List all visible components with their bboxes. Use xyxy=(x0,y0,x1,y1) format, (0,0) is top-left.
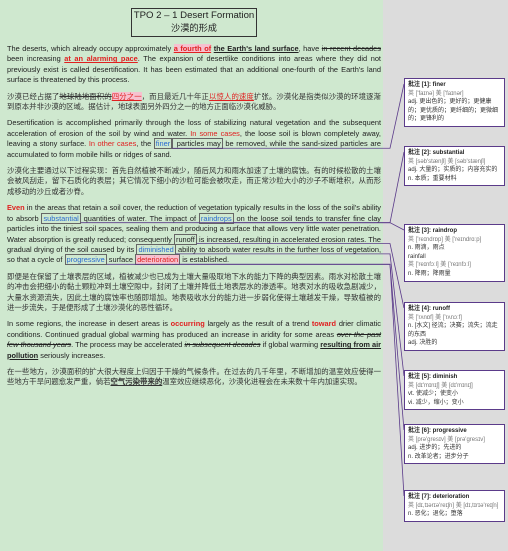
struck-phrase: 地球陆地面积的 xyxy=(59,91,112,101)
highlight-phrase: 四分之一 xyxy=(111,91,142,101)
comment-line: 英 [səb'stænʃl] 美 [səb'stænʃl] xyxy=(408,158,486,165)
comment-anchor-diminished[interactable]: diminished xyxy=(136,243,176,255)
comment-balloon[interactable]: 批注 [3]: raindrop 英 ['reɪndrɒp] 美 ['reɪndr… xyxy=(404,224,505,282)
comment-line: adj. 大量的；实质的；内容充实的 xyxy=(408,167,498,174)
comment-line: rainfall xyxy=(408,253,426,260)
comment-line: n. 雨滴，雨点 xyxy=(408,245,445,252)
text-run: . The process may be accelerated xyxy=(71,340,185,350)
text-run: if global warming xyxy=(260,340,321,350)
comment-line: 英 [dɪ,tɪərɪə'reɪʃn] 美 [dɪ,tɪrɪə'reɪʃn] xyxy=(408,502,499,509)
bold-phrase: the Earth's land surface xyxy=(213,44,299,53)
boxed-phrase: particles may xyxy=(172,138,223,150)
struck-phrase: in recent decades xyxy=(321,44,381,53)
comment-line: adj. 更出色的；更好的；更健康的；更优质的；更纤细的；更微细的；更锋利的 xyxy=(408,99,499,123)
title-box: TPO 2 – 1 Desert Formation 沙漠的形成 xyxy=(131,8,257,37)
paragraph-2-chinese: 沙漠化主要通过以下过程实现：首先自然植被不断减少，随后风力和雨水加速了土壤的腐蚀… xyxy=(7,166,381,196)
text-run: In some regions, the increase in desert … xyxy=(7,319,171,329)
comment-line: n. 本质；重要材料 xyxy=(408,175,457,182)
comment-line: n. 改革论者；进步分子 xyxy=(408,453,469,460)
text-run: seriously increases. xyxy=(38,350,106,360)
text-run: , have xyxy=(298,44,322,53)
paragraph-3-english: Even in the areas that retain a soil cov… xyxy=(7,203,381,266)
comment-line: 英 ['reɪnfɔːl] 美 ['reɪnfɔːl] xyxy=(408,262,471,269)
text-run: , the xyxy=(136,139,154,149)
comment-anchor-raindrops[interactable]: raindrops xyxy=(198,212,234,224)
text-run: is established. xyxy=(180,255,230,265)
comment-anchor-substantial[interactable]: substantial xyxy=(41,212,81,224)
comment-balloon[interactable]: 批注 [1]: finer 英 ['faɪnə] 美 ['faɪnər] adj. … xyxy=(404,78,505,127)
comment-anchor-runoff[interactable]: runoff xyxy=(173,233,197,245)
comment-anchor-deterioration[interactable]: deterioration xyxy=(135,254,181,266)
highlight-phrase: at an alarming pace xyxy=(64,54,138,64)
comment-anchor-progressive[interactable]: progressive xyxy=(64,254,107,266)
comment-line: adj. 进步的；先进的 xyxy=(408,445,462,452)
paragraph-3-chinese: 即便是在保留了土壤表层的区域，植被减少也已成为土壤大量吸取地下水的能力下降的典型… xyxy=(7,271,381,312)
text-run: largely as the result of a trend xyxy=(204,319,312,329)
comment-balloon[interactable]: 批注 [7]: deterioration 英 [dɪ,tɪərɪə'reɪʃn]… xyxy=(404,490,505,522)
comment-line: vt. 使减少；使变小 xyxy=(408,391,459,398)
red-phrase: In other cases xyxy=(88,139,137,149)
comment-line: n. 降雨；降雨量 xyxy=(408,270,451,277)
comment-line: adj. 决胜的 xyxy=(408,340,438,347)
red-phrase: toward xyxy=(311,319,337,329)
comment-balloon[interactable]: 批注 [2]: substantial 英 [səb'stænʃl] 美 [səb… xyxy=(404,146,505,187)
comment-balloon[interactable]: 批注 [4]: runoff 英 ['rʌnɒf] 美 ['rʌnɔːf] n. [… xyxy=(404,302,505,351)
comment-heading: 批注 [1]: finer xyxy=(408,82,446,88)
comment-line: 英 [dɪ'mɪnɪʃ] 美 [dɪ'mɪnɪʃ] xyxy=(408,382,473,389)
paragraph-2-english: Desertification is accomplished primaril… xyxy=(7,118,381,160)
red-phrase: Even xyxy=(7,203,25,213)
document-page: TPO 2 – 1 Desert Formation 沙漠的形成 The des… xyxy=(0,0,383,551)
text-run: surface xyxy=(106,255,136,265)
text-run: ，而且最近几十年正 xyxy=(141,91,209,101)
comment-anchor-finer[interactable]: finer xyxy=(153,138,173,150)
red-phrase: In some cases xyxy=(190,128,240,138)
comment-balloon[interactable]: 批注 [6]: progressive 英 [prə'gresɪv] 美 [prə… xyxy=(404,424,505,465)
paragraph-4-english: In some regions, the increase in desert … xyxy=(7,319,381,361)
document-body: TPO 2 – 1 Desert Formation 沙漠的形成 The des… xyxy=(7,8,381,394)
comment-line: n. 恶化；退化；堕落 xyxy=(408,511,463,518)
comment-line: 英 ['faɪnə] 美 ['faɪnər] xyxy=(408,90,464,97)
text-run: 温室效应继续恶化，沙漠化进程会在未来数十年内加速实现。 xyxy=(162,377,362,387)
red-phrase: occurring xyxy=(170,319,205,329)
comment-heading: 批注 [3]: raindrop xyxy=(408,228,457,234)
comment-heading: 批注 [4]: runoff xyxy=(408,306,450,312)
text-run: The deserts, which already occupy approx… xyxy=(7,44,174,53)
comment-line: vi. 减少，缩小；变小 xyxy=(408,399,464,406)
struck-phrase: in subsequent decades xyxy=(184,340,261,350)
comment-heading: 批注 [2]: substantial xyxy=(408,150,465,156)
comment-balloon[interactable]: 批注 [5]: diminish 英 [dɪ'mɪnɪʃ] 美 [dɪ'mɪnɪʃ… xyxy=(404,370,505,411)
text-run: been increasing xyxy=(7,54,65,64)
comment-line: 英 [prə'gresɪv] 美 [prə'gresɪv] xyxy=(408,436,485,443)
paragraph-1-english: The deserts, which already occupy approx… xyxy=(7,44,381,86)
comment-heading: 批注 [5]: diminish xyxy=(408,374,458,380)
bold-phrase: 空气污染带来的 xyxy=(110,377,163,387)
paragraph-1-chinese: 沙漠已经占据了地球陆地面积的四分之一，而且最近几十年正以惊人的速度扩张。沙漠化是… xyxy=(7,91,381,113)
comment-line: 英 ['rʌnɒf] 美 ['rʌnɔːf] xyxy=(408,314,462,321)
highlight-phrase: a fourth of xyxy=(173,44,212,53)
text-run: quantities of water. The impact of xyxy=(80,213,199,223)
comment-heading: 批注 [6]: progressive xyxy=(408,428,467,434)
text-run: 沙漠已经占据了 xyxy=(7,91,60,101)
comment-line: n. [水文] 径流；决赛；流失；流走的东西 xyxy=(408,323,498,338)
comment-heading: 批注 [7]: deterioration xyxy=(408,494,470,500)
comment-line: 英 ['reɪndrɒp] 美 ['reɪndrɑːp] xyxy=(408,236,482,243)
title-english: TPO 2 – 1 Desert Formation xyxy=(133,10,255,21)
paragraph-4-chinese: 在一些地方，沙漠面积的扩大很大程度上归因于干燥的气候条件。在过去的几千年里，不断… xyxy=(7,367,381,388)
title-chinese: 沙漠的形成 xyxy=(171,23,217,33)
highlight-phrase: 以惊人的速度 xyxy=(209,91,254,101)
